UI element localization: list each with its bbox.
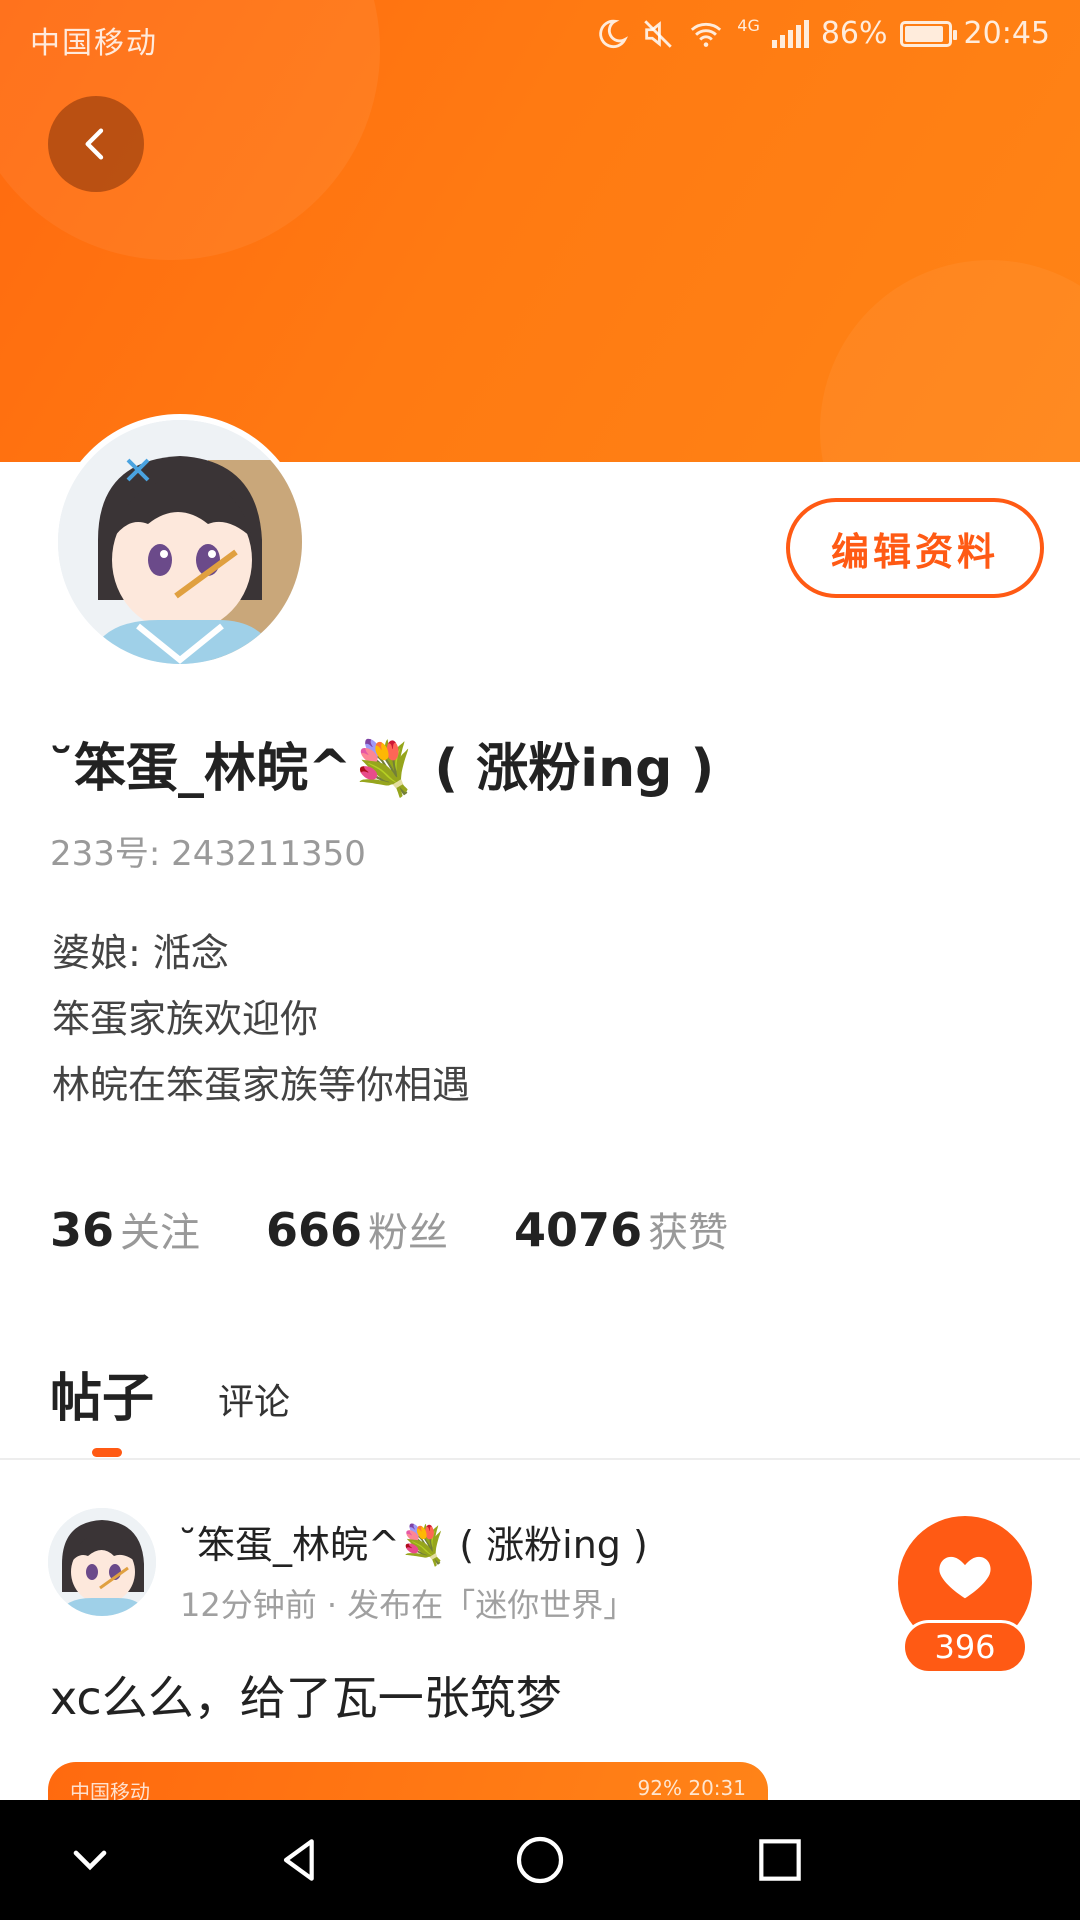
network-label: 4G xyxy=(737,16,760,35)
nav-hide-button[interactable] xyxy=(30,1800,150,1920)
following-stat[interactable]: 36 关注 xyxy=(50,1200,200,1258)
circle-home-icon xyxy=(516,1836,564,1884)
bio-line: 婆娘: 湉念 xyxy=(52,931,229,975)
profile-stats: 36 关注 666 粉丝 4076 获赞 xyxy=(50,1200,728,1258)
edit-profile-button[interactable]: 编辑资料 xyxy=(786,498,1044,598)
likes-received-count: 4076 xyxy=(514,1203,643,1257)
profile-bio: 婆娘: 湉念 笨蛋家族欢迎你 林皖在笨蛋家族等你相遇 xyxy=(52,920,470,1118)
nav-home-button[interactable] xyxy=(480,1800,600,1920)
moon-icon xyxy=(595,17,629,51)
like-count: 396 xyxy=(902,1620,1028,1674)
post-author-avatar[interactable] xyxy=(48,1508,156,1616)
nav-recents-button[interactable] xyxy=(720,1800,840,1920)
post-content[interactable]: xc么么，给了瓦一张筑梦 xyxy=(50,1662,562,1728)
wifi-icon xyxy=(687,17,725,51)
signal-icon xyxy=(771,19,809,48)
chevron-left-icon xyxy=(85,128,104,160)
post-meta: 12分钟前 · 发布在「迷你世界」 xyxy=(180,1586,636,1624)
following-count: 36 xyxy=(50,1203,115,1257)
nav-back-button[interactable] xyxy=(240,1800,360,1920)
bio-line: 林皖在笨蛋家族等你相遇 xyxy=(52,1063,471,1107)
likes-received-label: 获赞 xyxy=(648,1210,729,1256)
image-status-text: 92% 20:31 xyxy=(637,1776,746,1800)
profile-banner: 中国移动 4G 86% 20:45 xyxy=(0,0,1080,462)
profile-tabs: 帖子 评论 xyxy=(50,1356,290,1431)
chevron-down-icon xyxy=(73,1850,107,1871)
followers-count: 666 xyxy=(266,1203,363,1257)
status-icons: 4G 86% 20:45 xyxy=(595,16,1050,51)
clock: 20:45 xyxy=(963,16,1050,51)
triangle-back-icon xyxy=(283,1839,314,1881)
profile-uid: 233号: 243211350 xyxy=(50,834,366,874)
mute-icon xyxy=(641,17,675,51)
carrier-label: 中国移动 xyxy=(30,26,158,61)
system-nav-bar xyxy=(0,1800,1080,1920)
back-button[interactable] xyxy=(48,96,144,192)
divider xyxy=(0,1458,1080,1460)
active-tab-indicator xyxy=(92,1448,122,1457)
tab-comments[interactable]: 评论 xyxy=(218,1373,290,1431)
post-author-name[interactable]: ˘笨蛋_林皖^💐 ( 涨粉ing ) xyxy=(178,1514,648,1569)
anime-avatar-image xyxy=(58,420,302,664)
profile-avatar[interactable] xyxy=(52,414,308,670)
square-recents-icon xyxy=(759,1839,801,1881)
tab-posts[interactable]: 帖子 xyxy=(50,1356,154,1431)
likes-stat[interactable]: 4076 获赞 xyxy=(514,1200,728,1258)
status-bar: 中国移动 4G 86% 20:45 xyxy=(0,0,1080,74)
following-label: 关注 xyxy=(120,1210,201,1256)
battery-icon xyxy=(899,20,957,47)
battery-percent: 86% xyxy=(820,16,888,51)
bio-line: 笨蛋家族欢迎你 xyxy=(52,997,319,1041)
followers-stat[interactable]: 666 粉丝 xyxy=(266,1200,448,1258)
banner-decoration xyxy=(820,260,1080,462)
anime-avatar-image xyxy=(48,1508,156,1616)
followers-label: 粉丝 xyxy=(368,1210,449,1256)
heart-icon xyxy=(939,1556,991,1599)
profile-nickname: ˘笨蛋_林皖^💐 ( 涨粉ing ) xyxy=(48,739,715,799)
